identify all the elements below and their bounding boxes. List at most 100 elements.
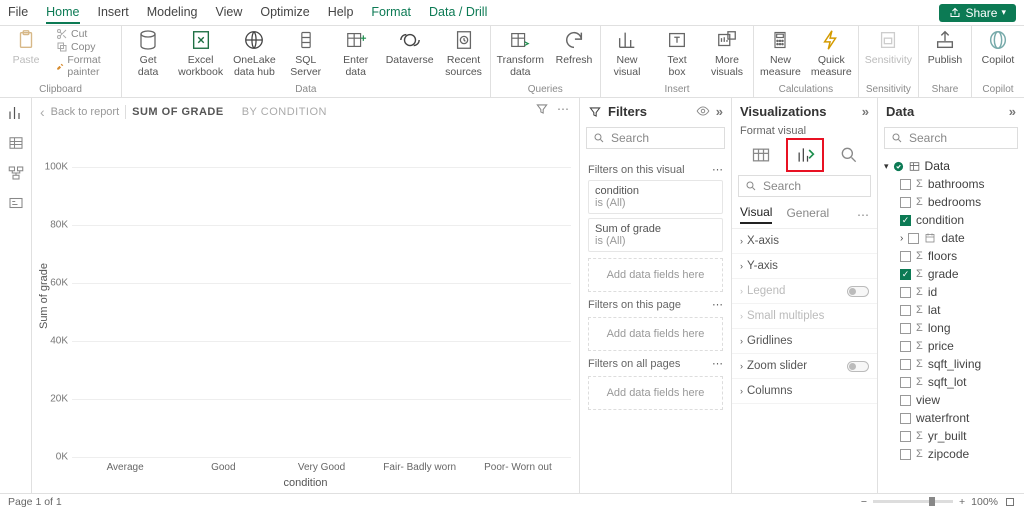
- menu-view[interactable]: View: [216, 2, 243, 24]
- checkbox[interactable]: [900, 395, 911, 406]
- menu-modeling[interactable]: Modeling: [147, 2, 198, 24]
- paste-button[interactable]: Paste: [6, 28, 46, 66]
- checkbox[interactable]: [900, 179, 911, 190]
- menu-data-drill[interactable]: Data / Drill: [429, 2, 487, 24]
- back-chevron-icon[interactable]: ‹: [40, 104, 45, 120]
- collapse-icon[interactable]: »: [716, 104, 723, 119]
- data-search[interactable]: Search: [884, 127, 1018, 149]
- copilot-button[interactable]: Copilot: [978, 28, 1018, 66]
- cut-button[interactable]: Cut: [56, 28, 115, 40]
- collapse-icon[interactable]: »: [862, 104, 869, 119]
- checkbox[interactable]: [900, 251, 911, 262]
- field-bathrooms[interactable]: Σbathrooms: [884, 175, 1018, 193]
- more-visuals-button[interactable]: More visuals: [707, 28, 747, 78]
- viz-row-zoom-slider[interactable]: ›Zoom slider: [732, 354, 877, 379]
- zoom-control[interactable]: − + 100%: [861, 496, 1016, 508]
- checkbox[interactable]: ✓: [900, 215, 911, 226]
- dax-view-icon[interactable]: [7, 194, 25, 212]
- format-visual-icon[interactable]: [791, 143, 819, 167]
- checkbox[interactable]: [900, 197, 911, 208]
- zoom-slider[interactable]: [873, 500, 953, 503]
- field-sqft_lot[interactable]: Σsqft_lot: [884, 373, 1018, 391]
- checkbox[interactable]: [900, 413, 911, 424]
- section-more-icon[interactable]: ⋯: [712, 357, 723, 370]
- checkbox[interactable]: [900, 449, 911, 460]
- filter-drop-all[interactable]: Add data fields here: [588, 376, 723, 410]
- zoom-in-icon[interactable]: +: [959, 496, 965, 508]
- viz-row-x-axis[interactable]: ›X-axis: [732, 229, 877, 254]
- filter-icon[interactable]: [535, 102, 549, 116]
- publish-button[interactable]: Publish: [925, 28, 965, 66]
- format-painter-button[interactable]: Format painter: [56, 54, 115, 78]
- filter-drop-page[interactable]: Add data fields here: [588, 317, 723, 351]
- menu-file[interactable]: File: [8, 2, 28, 24]
- menu-optimize[interactable]: Optimize: [260, 2, 309, 24]
- copy-button[interactable]: Copy: [56, 41, 115, 53]
- sensitivity-button[interactable]: Sensitivity: [865, 28, 912, 66]
- zoom-out-icon[interactable]: −: [861, 496, 867, 508]
- field-id[interactable]: Σid: [884, 283, 1018, 301]
- new-visual-button[interactable]: New visual: [607, 28, 647, 78]
- field-view[interactable]: view: [884, 391, 1018, 409]
- get-data-button[interactable]: Get data: [128, 28, 168, 78]
- checkbox[interactable]: [900, 377, 911, 388]
- viz-tab-visual[interactable]: Visual: [740, 205, 772, 224]
- report-canvas[interactable]: ⋯ ‹ Back to report SUM OF GRADE BY CONDI…: [32, 98, 580, 493]
- filters-search[interactable]: Search: [586, 127, 725, 149]
- menu-help[interactable]: Help: [328, 2, 354, 24]
- back-to-report[interactable]: Back to report: [51, 106, 119, 118]
- viz-search[interactable]: Search: [738, 175, 871, 197]
- new-measure-button[interactable]: New measure: [760, 28, 801, 78]
- more-icon[interactable]: ⋯: [557, 102, 571, 116]
- field-date[interactable]: ›date: [884, 229, 1018, 247]
- menu-insert[interactable]: Insert: [98, 2, 129, 24]
- dataverse-button[interactable]: Dataverse: [386, 28, 434, 66]
- field-waterfront[interactable]: waterfront: [884, 409, 1018, 427]
- quick-measure-button[interactable]: Quick measure: [811, 28, 852, 78]
- build-visual-icon[interactable]: [747, 143, 775, 167]
- refresh-button[interactable]: Refresh: [554, 28, 594, 66]
- field-sqft_living[interactable]: Σsqft_living: [884, 355, 1018, 373]
- table-node[interactable]: ▾ Data: [884, 157, 1018, 175]
- recent-sources-button[interactable]: Recent sources: [444, 28, 484, 78]
- menu-format[interactable]: Format: [371, 2, 411, 24]
- viz-tab-general[interactable]: General: [786, 206, 829, 223]
- checkbox[interactable]: [908, 233, 919, 244]
- collapse-icon[interactable]: »: [1009, 104, 1016, 119]
- share-button[interactable]: Share▾: [939, 4, 1016, 22]
- field-yr_built[interactable]: Σyr_built: [884, 427, 1018, 445]
- filter-card-sumgrade[interactable]: Sum of gradeis (All): [588, 218, 723, 252]
- checkbox[interactable]: [900, 341, 911, 352]
- report-view-icon[interactable]: [7, 104, 25, 122]
- chart[interactable]: 0K20K40K60K80K100K AverageGoodVery GoodF…: [72, 138, 571, 457]
- onelake-button[interactable]: OneLake data hub: [233, 28, 276, 78]
- field-long[interactable]: Σlong: [884, 319, 1018, 337]
- checkbox[interactable]: [900, 359, 911, 370]
- text-box-button[interactable]: Text box: [657, 28, 697, 78]
- field-condition[interactable]: ✓condition: [884, 211, 1018, 229]
- viz-row-columns[interactable]: ›Columns: [732, 379, 877, 404]
- sql-server-button[interactable]: SQL Server: [286, 28, 326, 78]
- section-more-icon[interactable]: ⋯: [712, 163, 723, 176]
- field-bedrooms[interactable]: Σbedrooms: [884, 193, 1018, 211]
- fit-page-icon[interactable]: [1004, 496, 1016, 508]
- checkbox[interactable]: [900, 323, 911, 334]
- field-zipcode[interactable]: Σzipcode: [884, 445, 1018, 463]
- analytics-icon[interactable]: [835, 143, 863, 167]
- field-price[interactable]: Σprice: [884, 337, 1018, 355]
- checkbox[interactable]: [900, 287, 911, 298]
- section-more-icon[interactable]: ⋯: [712, 298, 723, 311]
- viz-row-y-axis[interactable]: ›Y-axis: [732, 254, 877, 279]
- field-floors[interactable]: Σfloors: [884, 247, 1018, 265]
- viz-row-gridlines[interactable]: ›Gridlines: [732, 329, 877, 354]
- tab-more-icon[interactable]: ⋯: [857, 208, 869, 222]
- menu-home[interactable]: Home: [46, 2, 79, 24]
- transform-data-button[interactable]: Transform data: [497, 28, 544, 78]
- checkbox[interactable]: [900, 305, 911, 316]
- enter-data-button[interactable]: Enter data: [336, 28, 376, 78]
- field-grade[interactable]: ✓Σgrade: [884, 265, 1018, 283]
- filter-drop-visual[interactable]: Add data fields here: [588, 258, 723, 292]
- toggle[interactable]: [847, 361, 869, 372]
- table-view-icon[interactable]: [7, 134, 25, 152]
- filter-card-condition[interactable]: conditionis (All): [588, 180, 723, 214]
